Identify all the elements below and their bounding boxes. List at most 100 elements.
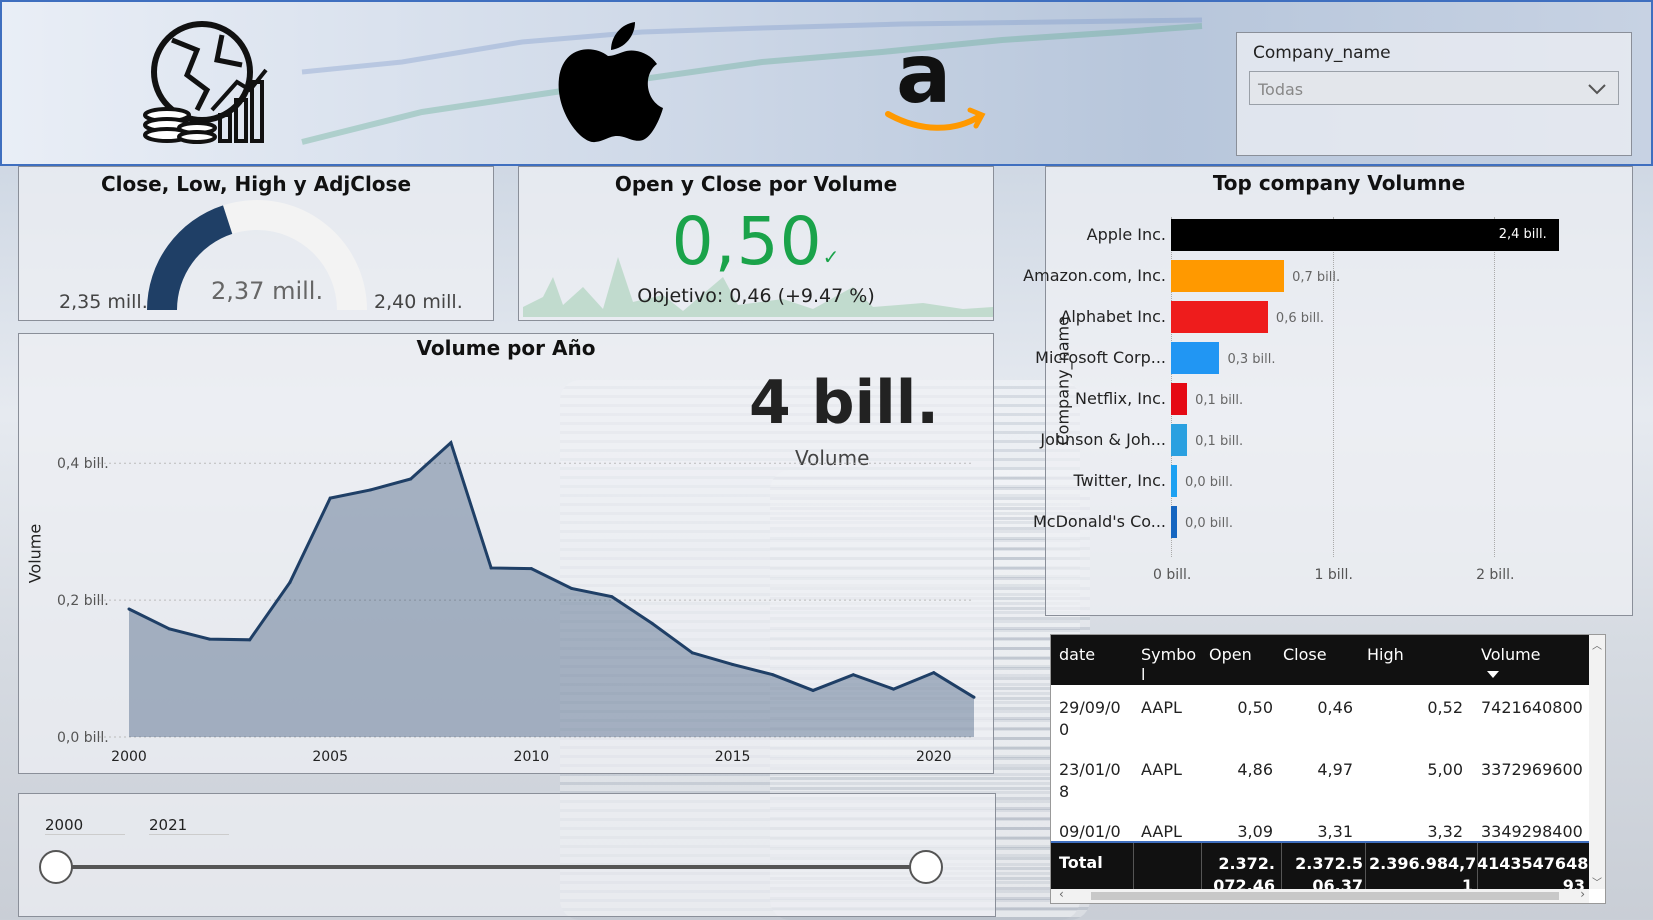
area-point[interactable] [529, 567, 533, 571]
chevron-down-icon [1588, 84, 1606, 95]
slider-start-value[interactable]: 2000 [45, 816, 125, 835]
cell-close: 0,46 [1317, 698, 1353, 717]
area-point[interactable] [288, 580, 292, 584]
bar-value-label: 0,7 bill. [1292, 270, 1341, 285]
bar-category-label: Johnson & Joh... [1040, 430, 1166, 449]
slider-end-value[interactable]: 2021 [149, 816, 229, 835]
bar-6[interactable] [1171, 465, 1177, 497]
bar-category-label: McDonald's Co... [1032, 512, 1166, 531]
kpi-card: Open y Close por Volume 0,50✓ Objetivo: … [518, 166, 994, 321]
area-point[interactable] [851, 673, 855, 677]
area-point[interactable] [570, 586, 574, 590]
dropdown-value: Todas [1258, 80, 1304, 99]
gauge-max: 2,40 mill. [374, 291, 463, 313]
cell-volume: 7421640800 [1481, 698, 1583, 717]
bar-value-label: 0,3 bill. [1227, 352, 1276, 367]
slider-handle-end[interactable] [909, 850, 943, 884]
bar-5[interactable] [1171, 424, 1188, 456]
year-range-slider: 2000 2021 [18, 793, 996, 917]
area-point[interactable] [932, 671, 936, 675]
kpi-goal: Objetivo: 0,46 (+9.47 %) [637, 285, 875, 307]
bar-value-label: 0,0 bill. [1185, 475, 1234, 490]
slider-handle-start[interactable] [39, 850, 73, 884]
area-point[interactable] [771, 673, 775, 677]
cell-date: 29/09/0 0 [1059, 698, 1121, 739]
slicer-title: Company_name [1253, 43, 1391, 63]
cell-date: 23/01/0 8 [1059, 760, 1121, 801]
area-fill [129, 442, 974, 737]
cell-close: 4,97 [1317, 760, 1353, 779]
scroll-left-icon[interactable]: ‹ [1059, 887, 1064, 901]
slider-track[interactable] [57, 865, 927, 869]
cell-open: 4,86 [1237, 760, 1273, 779]
area-point[interactable] [690, 651, 694, 655]
col-symbol[interactable]: Symbo l [1141, 645, 1196, 685]
bar-category-label: Alphabet Inc. [1060, 307, 1166, 326]
globe-finance-icon [142, 20, 272, 145]
check-icon: ✓ [822, 245, 841, 269]
area-x-tick: 2020 [916, 749, 952, 765]
area-y-tick: 0,2 bill. [57, 593, 109, 609]
bar-value-label: 0,1 bill. [1195, 393, 1244, 408]
scroll-thumb[interactable] [1091, 892, 1559, 900]
bar-x-tick: 0 bill. [1153, 567, 1192, 583]
bar-category-label: Apple Inc. [1086, 225, 1166, 244]
bar-4[interactable] [1171, 383, 1188, 415]
bar-category-label: Microsoft Corp... [1035, 348, 1166, 367]
table-row[interactable]: 29/09/0 0 AAPL 0,50 0,46 0,52 7421640800 [1051, 691, 1589, 749]
bar-x-tick: 1 bill. [1314, 567, 1353, 583]
bar-x-tick: 2 bill. [1476, 567, 1515, 583]
cell-open: 3,09 [1237, 822, 1273, 841]
col-date[interactable]: date [1059, 645, 1095, 664]
cell-volume: 3372969600 [1481, 760, 1583, 779]
svg-text:a: a [896, 36, 951, 122]
col-close[interactable]: Close [1283, 645, 1327, 664]
volume-year-chart: Volume por Año 4 bill. Volume Volume 0,4… [18, 333, 994, 774]
area-point[interactable] [127, 607, 131, 611]
cell-symbol: AAPL [1141, 822, 1182, 841]
area-point[interactable] [409, 477, 413, 481]
bar-1[interactable] [1171, 260, 1285, 292]
col-volume[interactable]: Volume [1481, 645, 1541, 664]
kpi-title: Open y Close por Volume [614, 172, 898, 196]
table-vertical-scrollbar[interactable]: ︿ ﹀ [1589, 635, 1605, 889]
amazon-logo-icon: a [880, 27, 990, 136]
bar-value-label: 2,4 bill. [1498, 227, 1547, 242]
scroll-down-icon[interactable]: ﹀ [1592, 874, 1602, 889]
table-row[interactable]: 23/01/0 8 AAPL 4,86 4,97 5,00 3372969600 [1051, 753, 1589, 811]
area-point[interactable] [207, 637, 211, 641]
area-point[interactable] [449, 441, 453, 445]
area-point[interactable] [167, 627, 171, 631]
col-high[interactable]: High [1367, 645, 1404, 664]
gauge-card: Close, Low, High y AdjClose 2,35 mill. 2… [18, 166, 494, 321]
apple-logo-icon [553, 16, 663, 146]
bar-3[interactable] [1171, 342, 1220, 374]
cell-symbol: AAPL [1141, 698, 1182, 717]
area-point[interactable] [972, 695, 976, 699]
area-point[interactable] [328, 496, 332, 500]
company-slicer: Company_name Todas [1236, 32, 1632, 156]
area-point[interactable] [368, 488, 372, 492]
area-point[interactable] [892, 687, 896, 691]
company-dropdown[interactable]: Todas [1249, 71, 1619, 105]
table-horizontal-scrollbar[interactable]: ‹ › [1051, 887, 1589, 903]
bar-7[interactable] [1171, 506, 1177, 538]
bar-value-label: 0,0 bill. [1185, 516, 1234, 531]
bar-2[interactable] [1171, 301, 1268, 333]
area-x-tick: 2015 [715, 749, 751, 765]
sort-desc-icon [1487, 671, 1499, 678]
scroll-right-icon[interactable]: › [1580, 887, 1585, 901]
area-point[interactable] [811, 688, 815, 692]
cell-open: 0,50 [1237, 698, 1273, 717]
area-point[interactable] [650, 621, 654, 625]
area-y-tick: 0,0 bill. [57, 730, 109, 746]
col-open[interactable]: Open [1209, 645, 1252, 664]
area-point[interactable] [610, 595, 614, 599]
scroll-up-icon[interactable]: ︿ [1592, 637, 1602, 652]
area-point[interactable] [731, 662, 735, 666]
area-point[interactable] [248, 638, 252, 642]
bar-category-label: Netflix, Inc. [1075, 389, 1166, 408]
cell-high: 0,52 [1427, 698, 1463, 717]
area-point[interactable] [489, 566, 493, 570]
bar-gridline [1332, 217, 1334, 557]
